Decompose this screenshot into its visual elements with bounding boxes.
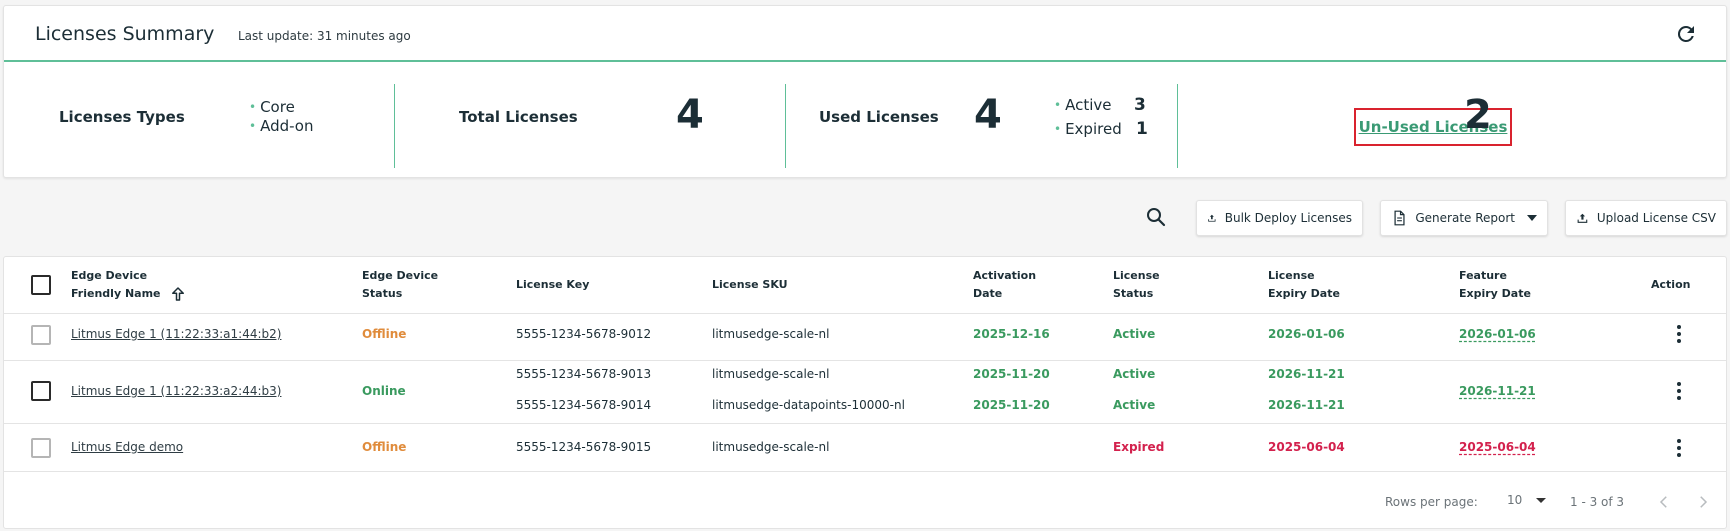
- license-status: Expired: [1113, 440, 1165, 454]
- license-status: Active: [1113, 398, 1156, 412]
- stats-row: Licenses Types Core Add-on Total License…: [4, 64, 1726, 179]
- license-status: Active: [1113, 367, 1156, 381]
- row-divider: [4, 423, 1726, 424]
- device-status: Online: [362, 384, 406, 398]
- search-icon[interactable]: [1144, 205, 1168, 229]
- license-expiry-date: 2026-11-21: [1268, 398, 1345, 412]
- pagination-range: 1 - 3 of 3: [1570, 495, 1625, 509]
- last-update-text: Last update: 31 minutes ago: [238, 29, 411, 43]
- header-activation-date: Activation Date: [973, 269, 1037, 300]
- license-type-addon: Add-on: [249, 117, 313, 135]
- used-licenses-value: 4: [974, 92, 1002, 138]
- summary-header: Licenses Summary Last update: 31 minutes…: [4, 6, 1726, 62]
- activation-date: 2025-11-20: [973, 398, 1050, 412]
- device-status: Offline: [362, 440, 407, 454]
- expired-label: Expired: [1054, 120, 1122, 138]
- bulk-deploy-label: Bulk Deploy Licenses: [1224, 211, 1352, 225]
- license-key: 5555-1234-5678-9013: [516, 367, 652, 381]
- upload-icon: [1208, 214, 1216, 222]
- device-status: Offline: [362, 327, 407, 341]
- unused-licenses-value: 2: [1464, 92, 1492, 138]
- license-key: 5555-1234-5678-9015: [516, 440, 652, 454]
- more-actions-icon[interactable]: [1669, 380, 1689, 402]
- row-checkbox[interactable]: [31, 325, 51, 345]
- chevron-right-icon[interactable]: [1694, 493, 1712, 511]
- feature-expiry-date[interactable]: 2025-06-04: [1459, 440, 1536, 454]
- total-licenses-label: Total Licenses: [459, 108, 578, 126]
- rows-per-page-select[interactable]: 10: [1507, 493, 1547, 507]
- expired-count: 1: [1136, 119, 1148, 139]
- used-licenses-label: Used Licenses: [819, 108, 939, 126]
- license-sku: litmusedge-scale-nl: [712, 367, 830, 381]
- header-license-expiry: License Expiry Date: [1268, 269, 1340, 300]
- rows-per-page-label: Rows per page:: [1385, 495, 1478, 509]
- bulk-deploy-licenses-button[interactable]: Bulk Deploy Licenses: [1196, 200, 1363, 236]
- chevron-down-icon: [1527, 215, 1537, 221]
- license-type-core: Core: [249, 98, 295, 116]
- license-key: 5555-1234-5678-9014: [516, 398, 652, 412]
- header-license-sku: License SKU: [712, 278, 788, 291]
- device-name-link[interactable]: Litmus Edge 1 (11:22:33:a1:44:b2): [71, 327, 281, 341]
- header-feature-expiry: Feature Expiry Date: [1459, 269, 1531, 300]
- row-divider: [4, 360, 1726, 361]
- device-name-link[interactable]: Litmus Edge demo: [71, 440, 183, 454]
- page-title: Licenses Summary: [35, 23, 215, 45]
- license-expiry-date: 2026-01-06: [1268, 327, 1345, 341]
- row-checkbox[interactable]: [31, 438, 51, 458]
- document-icon: [1394, 210, 1405, 226]
- sort-ascending-icon[interactable]: [169, 285, 187, 303]
- divider: [785, 84, 786, 168]
- active-label: Active: [1054, 96, 1111, 114]
- header-device-status: Edge Device Status: [362, 269, 439, 300]
- feature-expiry-date[interactable]: 2026-01-06: [1459, 327, 1536, 341]
- feature-expiry-date[interactable]: 2026-11-21: [1459, 384, 1536, 398]
- generate-report-label: Generate Report: [1415, 211, 1515, 225]
- header-license-key: License Key: [516, 278, 590, 291]
- row-divider: [4, 471, 1726, 472]
- more-actions-icon[interactable]: [1669, 437, 1689, 459]
- row-checkbox[interactable]: [31, 381, 51, 401]
- chevron-down-icon: [1536, 497, 1547, 503]
- license-sku: litmusedge-scale-nl: [712, 327, 830, 341]
- licenses-summary-card: Licenses Summary Last update: 31 minutes…: [3, 5, 1727, 178]
- license-expiry-date: 2025-06-04: [1268, 440, 1345, 454]
- upload-license-csv-button[interactable]: Upload License CSV: [1565, 200, 1727, 236]
- divider: [394, 84, 395, 168]
- device-name-link[interactable]: Litmus Edge 1 (11:22:33:a2:44:b3): [71, 384, 281, 398]
- license-types-label: Licenses Types: [59, 108, 185, 126]
- refresh-icon[interactable]: [1674, 22, 1698, 46]
- activation-date: 2025-11-20: [973, 367, 1050, 381]
- rows-per-page-value: 10: [1507, 493, 1523, 507]
- chevron-left-icon[interactable]: [1655, 493, 1673, 511]
- more-actions-icon[interactable]: [1669, 323, 1689, 345]
- header-action: Action: [1651, 278, 1691, 291]
- total-licenses-value: 4: [676, 92, 704, 138]
- generate-report-button[interactable]: Generate Report: [1380, 200, 1548, 236]
- header-device-name[interactable]: Edge Device Friendly Name: [71, 267, 187, 303]
- licenses-table: Edge Device Friendly Name Edge Device Sta…: [3, 256, 1727, 529]
- upload-icon: [1577, 213, 1588, 223]
- license-expiry-date: 2026-11-21: [1268, 367, 1345, 381]
- license-status: Active: [1113, 327, 1156, 341]
- license-key: 5555-1234-5678-9012: [516, 327, 652, 341]
- row-divider: [4, 313, 1726, 314]
- active-count: 3: [1134, 95, 1146, 115]
- header-license-status: License Status: [1113, 269, 1160, 300]
- select-all-checkbox[interactable]: [31, 275, 51, 295]
- license-sku: litmusedge-scale-nl: [712, 440, 830, 454]
- activation-date: 2025-12-16: [973, 327, 1050, 341]
- upload-csv-label: Upload License CSV: [1596, 211, 1716, 225]
- license-sku: litmusedge-datapoints-10000-nl: [712, 398, 905, 412]
- divider: [1177, 84, 1178, 168]
